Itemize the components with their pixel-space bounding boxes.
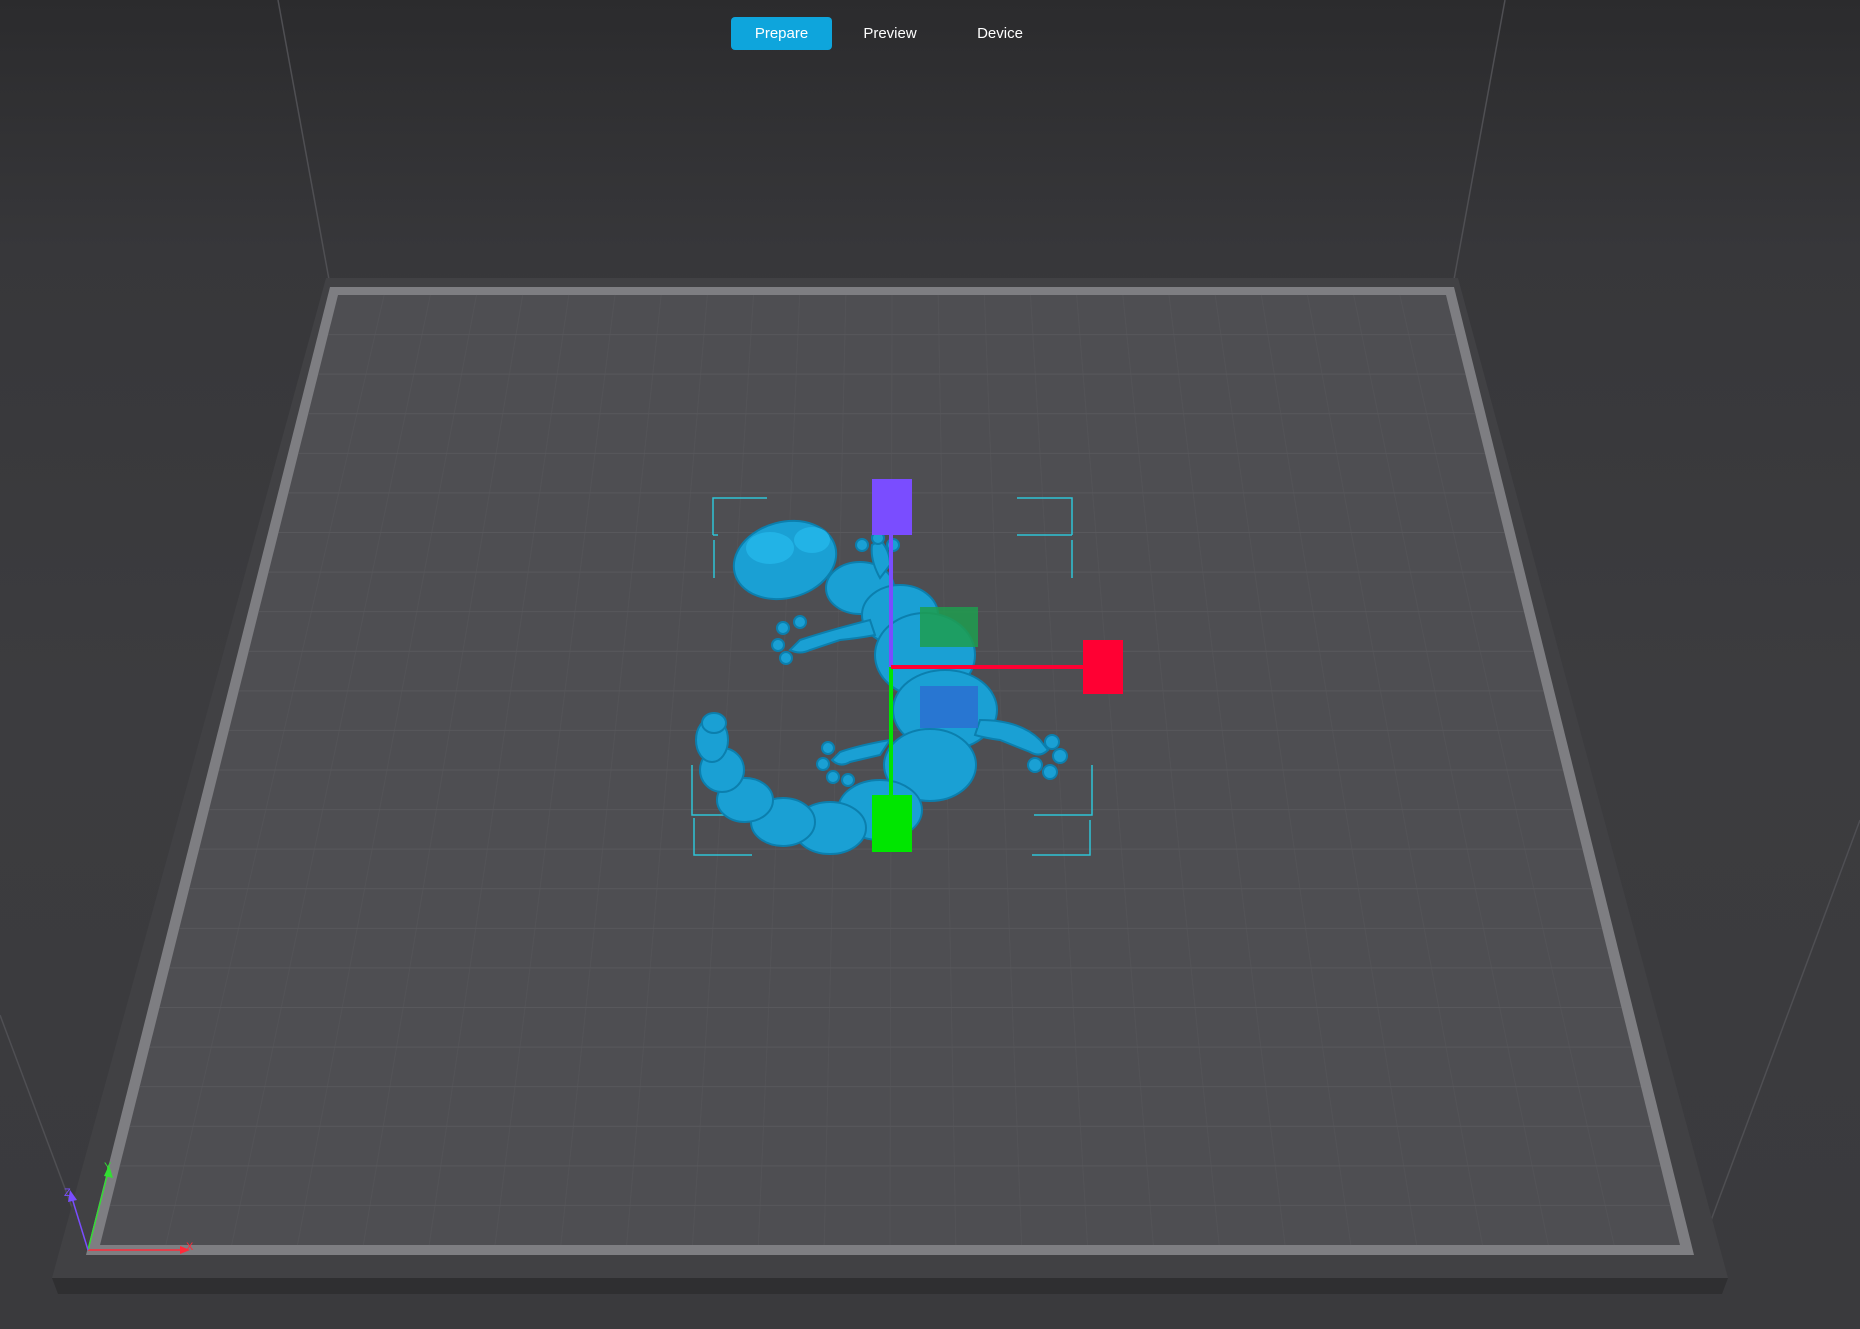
enclosure-edge-right xyxy=(1452,0,1506,286)
bed-base-edge xyxy=(52,1278,1728,1294)
tab-prepare[interactable]: Prepare xyxy=(731,17,832,50)
gizmo-yz-plane-handle xyxy=(920,607,978,647)
3d-viewport[interactable]: X Y Z Prepare Preview Device xyxy=(0,0,1860,1329)
tab-preview[interactable]: Preview xyxy=(840,17,940,50)
gizmo-xy-plane-handle xyxy=(920,686,978,728)
z-axis-label: Z xyxy=(64,1187,71,1199)
build-plate-scene: X Y Z xyxy=(0,0,1860,1294)
gizmo-x-handle xyxy=(1083,640,1123,694)
top-tab-bar: Prepare Preview Device xyxy=(731,17,1050,50)
enclosure-edge-left xyxy=(277,0,331,286)
x-axis-label: X xyxy=(186,1241,194,1253)
y-axis-label: Y xyxy=(104,1161,112,1173)
gizmo-z-handle xyxy=(872,479,912,535)
gizmo-y-handle xyxy=(872,795,912,852)
enclosure-edge-bottom-right xyxy=(1699,819,1860,1251)
tab-device[interactable]: Device xyxy=(950,17,1050,50)
